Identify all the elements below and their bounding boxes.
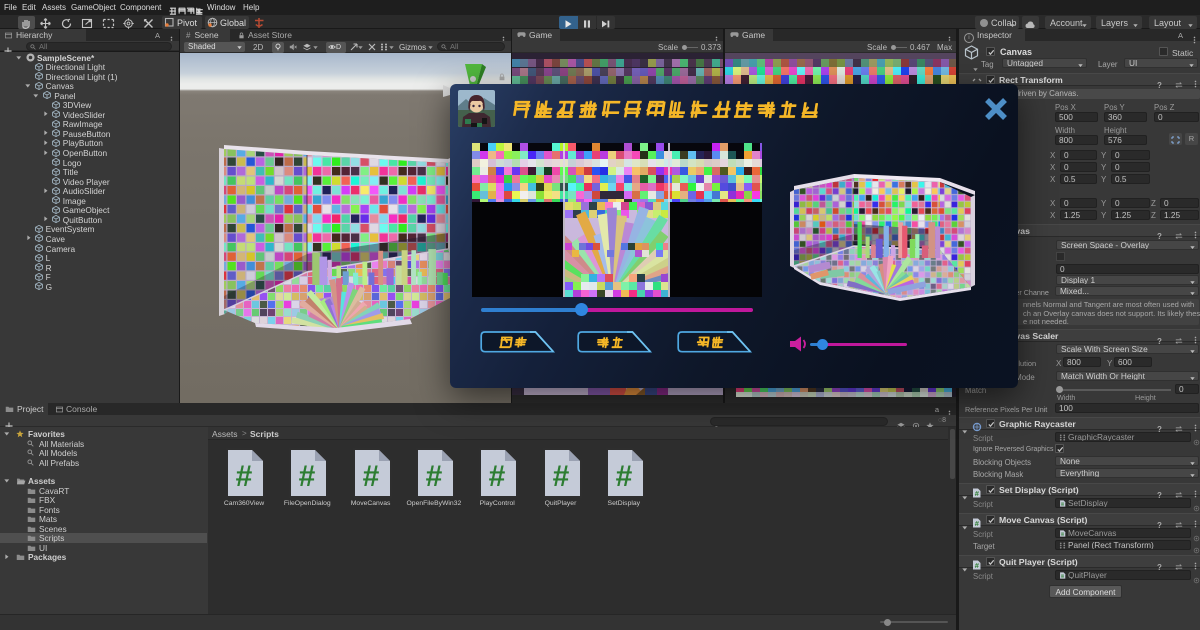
svg-text:#: # bbox=[426, 460, 443, 493]
svg-text:#: # bbox=[236, 460, 253, 493]
svg-text:#: # bbox=[362, 460, 379, 493]
svg-text:#: # bbox=[489, 460, 506, 493]
svg-text:#: # bbox=[552, 460, 569, 493]
svg-text:#: # bbox=[615, 460, 632, 493]
svg-text:#: # bbox=[299, 460, 316, 493]
